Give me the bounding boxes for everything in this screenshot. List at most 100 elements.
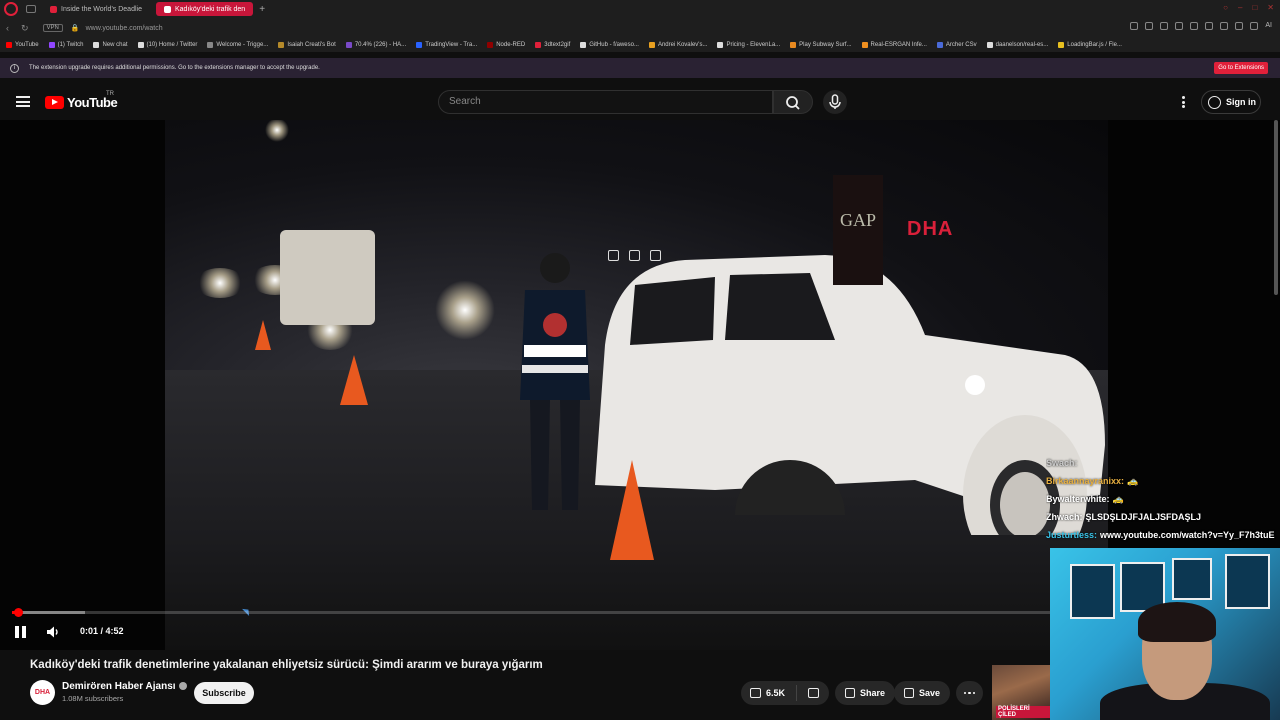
bookmark-item[interactable]: Archer CSv xyxy=(936,42,977,48)
volume-icon[interactable] xyxy=(46,625,60,639)
save-label: Save xyxy=(919,688,941,698)
bookmark-item[interactable]: New chat xyxy=(93,42,128,48)
chat-emote-icon: 🚕 xyxy=(1112,494,1124,504)
chat-text: ŞLSDŞLDJFJALJSFDAŞLJ xyxy=(1085,512,1202,522)
bookmark-item[interactable]: (1) Twitch xyxy=(48,42,84,48)
reload-icon[interactable]: ↻ xyxy=(21,23,29,34)
new-tab-button[interactable]: + xyxy=(259,4,265,15)
country-code: TR xyxy=(106,91,114,97)
bookmark-item[interactable]: Andrei Kovalev's... xyxy=(648,42,707,48)
bookmark-item[interactable]: Play Subway Surf... xyxy=(790,42,852,48)
more-actions-button[interactable] xyxy=(956,681,983,705)
dislike-button[interactable] xyxy=(797,688,829,698)
user-icon xyxy=(1208,95,1221,109)
street-lamp xyxy=(265,120,289,142)
share-overlay-icon[interactable] xyxy=(629,250,640,261)
next-icon[interactable] xyxy=(650,250,661,261)
bookmark-item[interactable]: Node-RED xyxy=(487,42,525,48)
bookmark-item[interactable]: Real-ESRGAN Infe... xyxy=(861,42,927,48)
save-icon xyxy=(904,688,914,698)
chat-username: Zhwach: xyxy=(1046,512,1083,522)
chat-username: Bywalterwhite: xyxy=(1046,494,1110,504)
tab-label: Kadıköy'deki trafik den xyxy=(174,5,246,13)
save-button[interactable]: Save xyxy=(894,681,951,705)
bookmark-favicon-icon xyxy=(48,42,55,48)
url-field[interactable]: www.youtube.com/watch xyxy=(86,25,163,32)
back-icon[interactable]: ‹ xyxy=(6,23,9,34)
bookmark-item[interactable]: LoadingBar.js / Fle... xyxy=(1058,42,1122,48)
bookmark-label: Archer CSv xyxy=(945,42,977,48)
channel-avatar[interactable]: DHA xyxy=(30,680,55,705)
wallet-icon[interactable] xyxy=(1250,22,1259,30)
bookmark-item[interactable]: Welcome - Trigge... xyxy=(207,42,268,48)
miniplayer-icon[interactable] xyxy=(608,250,619,261)
share-button[interactable]: Share xyxy=(835,681,896,705)
tab-active[interactable]: Kadıköy'deki trafik den xyxy=(155,2,254,16)
lock-icon[interactable]: 🔒 xyxy=(71,24,80,32)
pin-icon[interactable] xyxy=(1145,22,1154,30)
streamer-webcam xyxy=(1050,548,1280,720)
bookmark-item[interactable]: Pricing - ElevenLa... xyxy=(717,42,780,48)
extensions-icon[interactable] xyxy=(1205,22,1214,30)
bookmark-item[interactable]: GitHub - f/aweso... xyxy=(580,42,639,48)
opera-logo-icon[interactable] xyxy=(4,2,18,16)
shield-icon[interactable] xyxy=(1175,22,1184,30)
bookmark-item[interactable]: (10) Home / Twitter xyxy=(137,42,197,48)
maximize-icon[interactable]: □ xyxy=(1252,3,1257,12)
bookmark-item[interactable]: TradingView - Tra... xyxy=(416,42,477,48)
bookmark-label: Real-ESRGAN Infe... xyxy=(870,42,927,48)
extension-notice-message: The extension upgrade requires additiona… xyxy=(29,65,320,71)
bookmark-favicon-icon xyxy=(986,42,993,48)
bookmark-label: (1) Twitch xyxy=(57,42,84,48)
minimize-icon[interactable]: – xyxy=(1238,3,1242,12)
heart-icon[interactable] xyxy=(1190,22,1199,30)
info-icon: i xyxy=(10,63,19,73)
tab-menu-icon[interactable] xyxy=(26,5,36,13)
download-icon[interactable] xyxy=(1235,22,1244,30)
channel-name[interactable]: Demirören Haber Ajansı xyxy=(62,681,176,692)
go-to-extensions-button[interactable]: Go to Extensions xyxy=(1214,62,1268,74)
traffic-cone xyxy=(255,320,271,350)
bookmark-item[interactable]: Isaiah Creati's Bot xyxy=(278,42,336,48)
settings-more-icon[interactable] xyxy=(1181,96,1185,108)
tab-label: Inside the World's Deadlie xyxy=(61,5,142,13)
streamer-hair xyxy=(1138,602,1216,642)
time-display: 0:01 / 4:52 xyxy=(80,626,124,636)
bookmark-item[interactable]: daanelson/real-es... xyxy=(986,42,1048,48)
bookmark-favicon-icon xyxy=(580,42,587,48)
like-button[interactable]: 6.5K xyxy=(741,685,797,701)
bookmark-item[interactable]: 3dtext2gif xyxy=(535,42,570,48)
video-frame[interactable]: GAP DHA xyxy=(165,120,1108,650)
youtube-header: YouTube TR Search Sign in xyxy=(0,82,1280,120)
bookmark-favicon-icon xyxy=(1058,42,1065,48)
bookmark-favicon-icon xyxy=(345,42,352,48)
bookmark-item[interactable]: YouTube xyxy=(6,42,39,48)
close-icon[interactable]: ✕ xyxy=(1267,3,1274,12)
traffic-lights xyxy=(195,268,245,298)
bookmark-item[interactable]: 70.4% (226) - HA... xyxy=(345,42,406,48)
vpn-badge[interactable]: VPN xyxy=(42,24,63,32)
like-dislike-group: 6.5K xyxy=(741,681,829,705)
youtube-play-icon xyxy=(45,96,64,109)
tab-inactive[interactable]: Inside the World's Deadlie xyxy=(42,2,150,16)
search-button[interactable] xyxy=(773,90,813,114)
next-video-thumbnail[interactable]: POLİSLERİ ÇİLED xyxy=(992,665,1050,720)
zoom-icon[interactable] xyxy=(1130,22,1139,30)
channel-name-row[interactable]: Demirören Haber Ajansı xyxy=(62,681,187,692)
wall-poster xyxy=(1070,564,1115,619)
youtube-logo[interactable]: YouTube TR xyxy=(45,91,118,110)
search-tabs-icon[interactable]: ○ xyxy=(1223,3,1228,12)
chat-message: Zhwach: ŞLSDŞLDJFJALJSFDAŞLJ xyxy=(1046,508,1280,526)
extension-icon[interactable] xyxy=(1220,22,1229,30)
voice-search-button[interactable] xyxy=(823,90,847,114)
ai-label[interactable]: AI xyxy=(1265,22,1272,30)
sign-in-button[interactable]: Sign in xyxy=(1201,90,1261,114)
bookmark-favicon-icon xyxy=(137,42,144,48)
bookmark-label: Welcome - Trigge... xyxy=(216,42,269,48)
pause-button[interactable] xyxy=(15,626,26,638)
search-input[interactable]: Search xyxy=(438,90,773,114)
page-scrollbar[interactable] xyxy=(1274,120,1278,295)
screenshot-icon[interactable] xyxy=(1160,22,1169,30)
subscribe-button[interactable]: Subscribe xyxy=(194,682,254,704)
hamburger-menu-icon[interactable] xyxy=(16,96,30,107)
